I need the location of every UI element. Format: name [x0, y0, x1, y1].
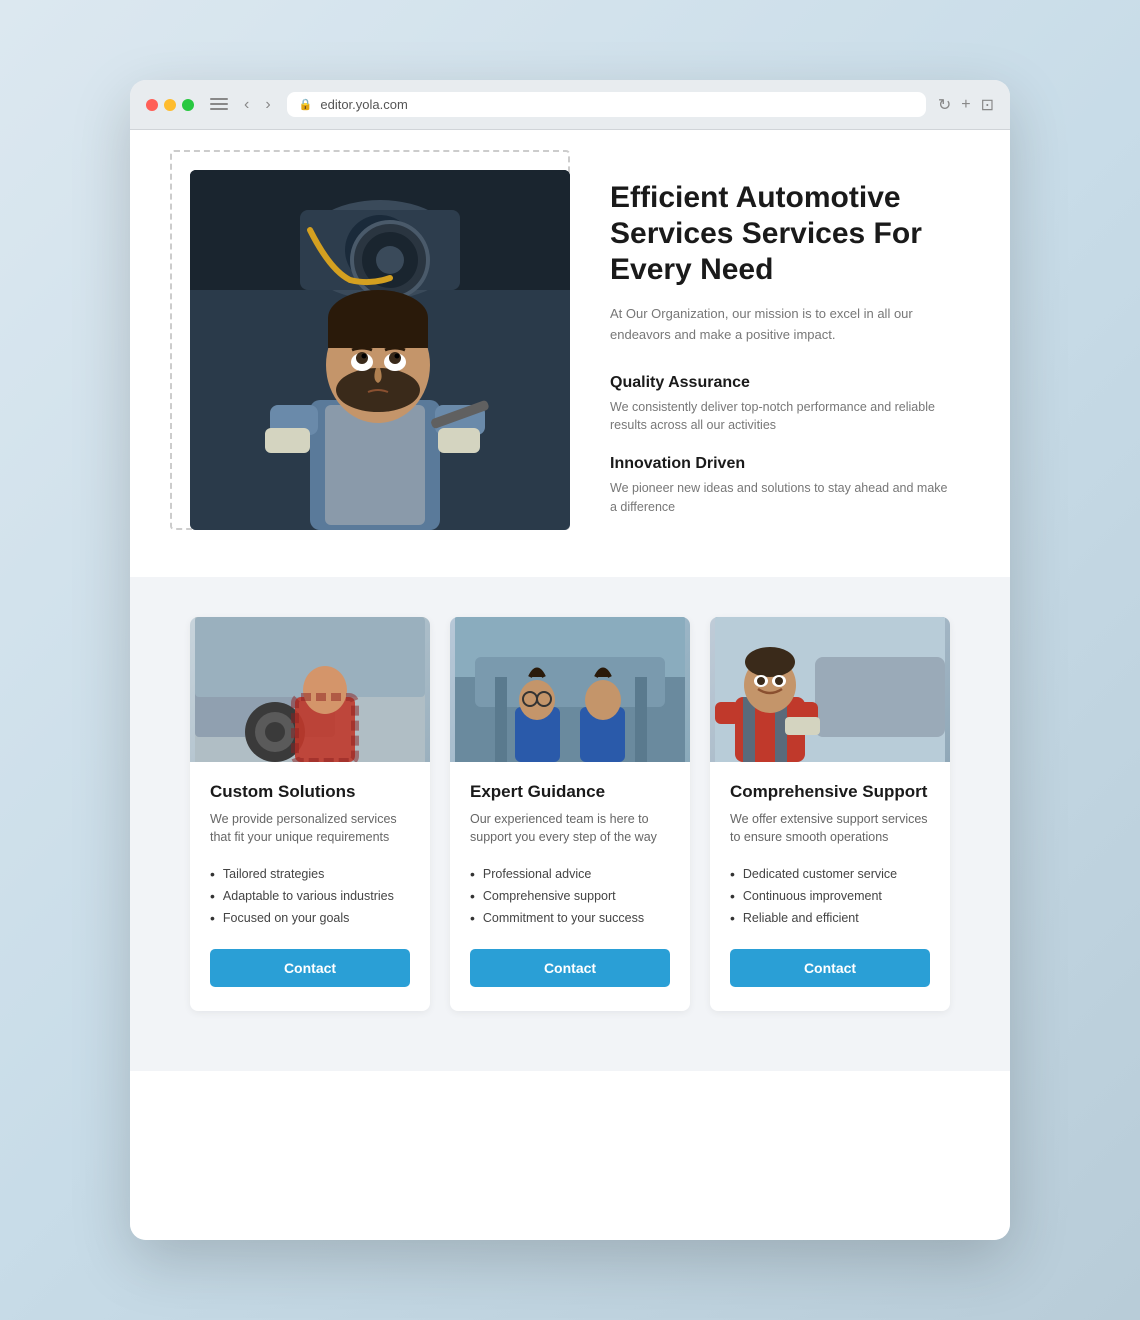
card-list-1: Tailored strategies Adaptable to various… [210, 863, 410, 929]
card-body-2: Expert Guidance Our experienced team is … [450, 762, 690, 1012]
cards-grid: Custom Solutions We provide personalized… [190, 617, 950, 1012]
card-title-1: Custom Solutions [210, 782, 410, 802]
cards-section: Custom Solutions We provide personalized… [130, 577, 1010, 1072]
card-title-3: Comprehensive Support [730, 782, 930, 802]
contact-button-1[interactable]: Contact [210, 949, 410, 987]
browser-chrome: ‹ › 🔒 editor.yola.com ↻ + ⊡ [130, 80, 1010, 130]
page-content: Efficient Automotive Services Services F… [130, 130, 1010, 1240]
feature-quality-desc: We consistently deliver top-notch perfor… [610, 398, 950, 436]
card-desc-2: Our experienced team is here to support … [470, 810, 670, 848]
card-mechanic-2-svg [450, 617, 690, 762]
card-list-item: Focused on your goals [210, 907, 410, 929]
card-list-item: Comprehensive support [470, 885, 670, 907]
card-mechanic-3-svg [710, 617, 950, 762]
contact-button-2[interactable]: Contact [470, 949, 670, 987]
card-desc-1: We provide personalized services that fi… [210, 810, 410, 848]
card-list-item: Dedicated customer service [730, 863, 930, 885]
sidebar-toggle-icon[interactable] [210, 98, 228, 112]
feature-innovation-title: Innovation Driven [610, 455, 950, 473]
traffic-light-fullscreen[interactable] [182, 99, 194, 111]
hero-mechanic-svg [190, 170, 570, 530]
address-bar[interactable]: 🔒 editor.yola.com [287, 92, 926, 117]
feature-innovation-desc: We pioneer new ideas and solutions to st… [610, 479, 950, 517]
card-list-3: Dedicated customer service Continuous im… [730, 863, 930, 929]
feature-quality: Quality Assurance We consistently delive… [610, 374, 950, 436]
hero-subtitle: At Our Organization, our mission is to e… [610, 304, 950, 346]
contact-button-3[interactable]: Contact [730, 949, 930, 987]
card-list-item: Commitment to your success [470, 907, 670, 929]
hero-title: Efficient Automotive Services Services F… [610, 180, 950, 288]
new-tab-button[interactable]: + [961, 95, 970, 115]
card-title-2: Expert Guidance [470, 782, 670, 802]
hero-text: Efficient Automotive Services Services F… [610, 170, 950, 537]
url-text: editor.yola.com [320, 97, 407, 112]
hero-image [190, 170, 570, 530]
back-button[interactable]: ‹ [240, 94, 253, 116]
card-list-item: Professional advice [470, 863, 670, 885]
card-mechanic-1-svg [190, 617, 430, 762]
card-list-item: Reliable and efficient [730, 907, 930, 929]
card-custom-solutions: Custom Solutions We provide personalized… [190, 617, 430, 1012]
more-button[interactable]: ⊡ [981, 95, 994, 115]
card-body-3: Comprehensive Support We offer extensive… [710, 762, 950, 1012]
traffic-light-minimize[interactable] [164, 99, 176, 111]
card-list-2: Professional advice Comprehensive suppor… [470, 863, 670, 929]
card-expert-guidance: Expert Guidance Our experienced team is … [450, 617, 690, 1012]
browser-nav: ‹ › [240, 94, 275, 116]
traffic-light-close[interactable] [146, 99, 158, 111]
browser-actions: ↻ + ⊡ [938, 95, 994, 115]
card-list-item: Tailored strategies [210, 863, 410, 885]
card-image-1 [190, 617, 430, 762]
lock-icon: 🔒 [299, 98, 313, 111]
card-list-item: Adaptable to various industries [210, 885, 410, 907]
card-body-1: Custom Solutions We provide personalized… [190, 762, 430, 1012]
feature-innovation: Innovation Driven We pioneer new ideas a… [610, 455, 950, 517]
traffic-lights [146, 99, 194, 111]
feature-quality-title: Quality Assurance [610, 374, 950, 392]
card-image-3 [710, 617, 950, 762]
card-comprehensive-support: Comprehensive Support We offer extensive… [710, 617, 950, 1012]
forward-button[interactable]: › [261, 94, 274, 116]
hero-section: Efficient Automotive Services Services F… [130, 130, 1010, 577]
share-button[interactable]: ↻ [938, 95, 951, 115]
hero-image-container [190, 170, 570, 530]
card-desc-3: We offer extensive support services to e… [730, 810, 930, 848]
browser-window: ‹ › 🔒 editor.yola.com ↻ + ⊡ [130, 80, 1010, 1240]
card-image-2 [450, 617, 690, 762]
card-list-item: Continuous improvement [730, 885, 930, 907]
